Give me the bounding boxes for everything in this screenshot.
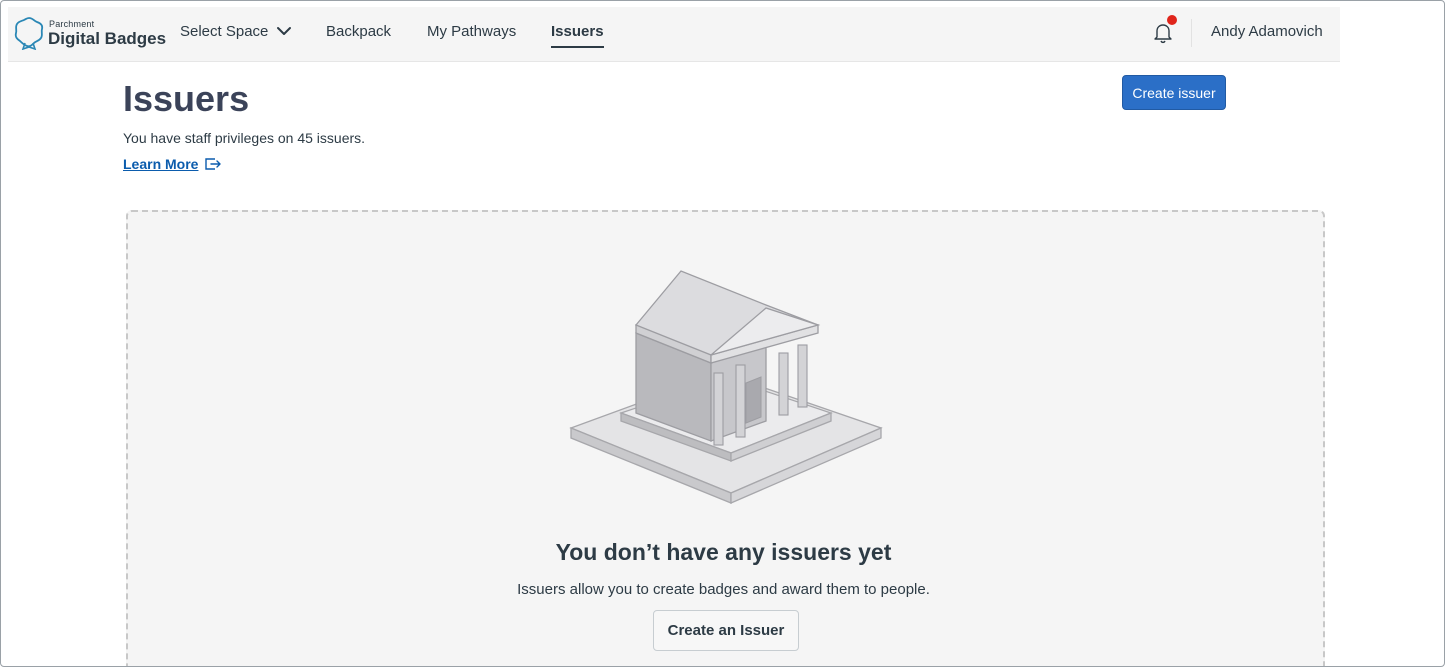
page-title: Issuers: [123, 78, 250, 119]
create-an-issuer-button[interactable]: Create an Issuer: [653, 610, 799, 651]
empty-state-description: Issuers allow you to create badges and a…: [517, 581, 930, 598]
logo-small-text: Parchment: [49, 19, 95, 29]
chevron-down-icon[interactable]: [275, 22, 293, 40]
nav-select-space[interactable]: Select Space: [180, 23, 268, 40]
logo-big-text: Digital Badges: [48, 29, 167, 48]
staff-privileges-text: You have staff privileges on 45 issuers.: [123, 130, 366, 146]
nav-issuers[interactable]: Issuers: [551, 23, 604, 48]
top-navigation: Parchment Digital Badges Select Space Ba…: [8, 7, 1340, 62]
user-menu[interactable]: Andy Adamovich: [1211, 23, 1323, 40]
parchment-logo-icon: [14, 17, 44, 50]
nav-backpack[interactable]: Backpack: [326, 23, 391, 40]
app-window: Parchment Digital Badges Select Space Ba…: [0, 0, 1445, 667]
empty-state-title: You don’t have any issuers yet: [555, 539, 892, 565]
external-link-icon[interactable]: [204, 156, 222, 172]
nav-my-pathways[interactable]: My Pathways: [427, 23, 516, 40]
nav-divider: [1191, 19, 1192, 47]
institution-building-illustration: [569, 270, 883, 504]
brand-logo[interactable]: Parchment Digital Badges: [13, 16, 167, 54]
learn-more-link[interactable]: Learn More: [123, 156, 198, 172]
create-issuer-button[interactable]: Create issuer: [1122, 75, 1226, 110]
notification-dot: [1167, 15, 1177, 25]
